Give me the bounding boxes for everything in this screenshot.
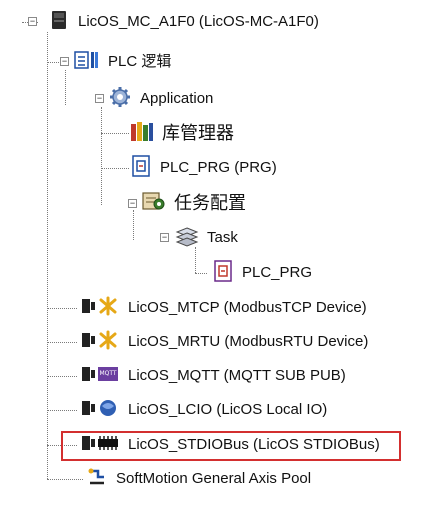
- tree-node-device[interactable]: LicOS_MC_A1F0 (LicOS-MC-A1F0): [48, 10, 319, 35]
- tree-line: [65, 70, 66, 105]
- tree-node-application[interactable]: Application: [108, 86, 214, 109]
- tree-node-library-manager[interactable]: 库管理器: [130, 121, 234, 143]
- tree-node-label: PLC_PRG (PRG): [160, 159, 277, 176]
- tree-line: [195, 273, 207, 274]
- tree-node-label: 库管理器: [162, 123, 234, 143]
- local-io-icon: [80, 398, 120, 423]
- tree-node-label: LicOS_MRTU (ModbusRTU Device): [128, 333, 369, 350]
- collapse-toggle[interactable]: −: [95, 94, 104, 103]
- axis-pool-icon: [86, 467, 108, 492]
- tree-line: [47, 479, 83, 480]
- tree-line: [47, 376, 77, 377]
- tree-node-lcio[interactable]: LicOS_LCIO (LicOS Local IO): [80, 398, 328, 423]
- tree-node-label: PLC 逻辑: [108, 53, 172, 70]
- task-icon: [175, 225, 199, 252]
- tree-line: [133, 210, 134, 240]
- tree-node-plc-prg[interactable]: PLC_PRG (PRG): [130, 154, 277, 178]
- program-call-icon: [212, 259, 234, 287]
- mqtt-icon: MQTT: [80, 364, 120, 389]
- tree-node-label: PLC_PRG: [242, 264, 313, 281]
- collapse-toggle[interactable]: −: [28, 17, 37, 26]
- tree-line: [101, 133, 129, 134]
- library-icon: [130, 120, 154, 147]
- tree-node-label: LicOS_STDIOBus (LicOS STDIOBus): [128, 436, 380, 453]
- tree-node-label: LicOS_MTCP (ModbusTCP Device): [128, 299, 367, 316]
- mqtt-icon-text: MQTT: [99, 369, 117, 377]
- tree-node-label: Application: [140, 90, 214, 107]
- device-tree: − − − − − LicOS_MC_A1F0 (LicOS-MC-A1F0): [0, 0, 442, 530]
- tree-node-label: LicOS_LCIO (LicOS Local IO): [128, 401, 328, 418]
- device-icon: [48, 10, 70, 35]
- tree-node-task[interactable]: Task: [175, 226, 238, 248]
- tree-line: [47, 62, 59, 63]
- modbus-rtu-icon: [80, 330, 120, 355]
- io-bus-icon: [80, 433, 120, 458]
- tree-line: [47, 410, 77, 411]
- tree-node-mtcp[interactable]: LicOS_MTCP (ModbusTCP Device): [80, 296, 367, 321]
- modbus-tcp-icon: [80, 296, 120, 321]
- task-config-icon: [142, 190, 166, 217]
- program-icon: [130, 154, 152, 182]
- tree-line: [47, 308, 77, 309]
- collapse-toggle[interactable]: −: [128, 199, 137, 208]
- tree-node-mqtt[interactable]: MQTT LicOS_MQTT (MQTT SUB PUB): [80, 366, 346, 386]
- tree-node-task-config[interactable]: 任务配置: [142, 191, 246, 213]
- tree-node-stdiobus[interactable]: LicOS_STDIOBus (LicOS STDIOBus): [80, 435, 380, 455]
- tree-node-softmotion[interactable]: SoftMotion General Axis Pool: [86, 467, 312, 492]
- gear-icon: [108, 86, 132, 113]
- collapse-toggle[interactable]: −: [60, 57, 69, 66]
- tree-node-label: 任务配置: [174, 193, 246, 213]
- tree-node-label: SoftMotion General Axis Pool: [116, 470, 312, 487]
- tree-node-plc-logic[interactable]: PLC 逻辑: [74, 50, 172, 75]
- collapse-toggle[interactable]: −: [160, 233, 169, 242]
- tree-node-mrtu[interactable]: LicOS_MRTU (ModbusRTU Device): [80, 330, 369, 355]
- plc-logic-icon: [74, 50, 100, 75]
- tree-node-label: Task: [207, 229, 238, 246]
- tree-line: [101, 107, 102, 205]
- tree-node-label: LicOS_MC_A1F0 (LicOS-MC-A1F0): [78, 13, 319, 30]
- tree-line: [47, 32, 48, 479]
- tree-node-task-plc-prg[interactable]: PLC_PRG: [212, 259, 313, 283]
- tree-node-label: LicOS_MQTT (MQTT SUB PUB): [128, 367, 346, 384]
- tree-line: [101, 168, 129, 169]
- tree-line: [47, 342, 77, 343]
